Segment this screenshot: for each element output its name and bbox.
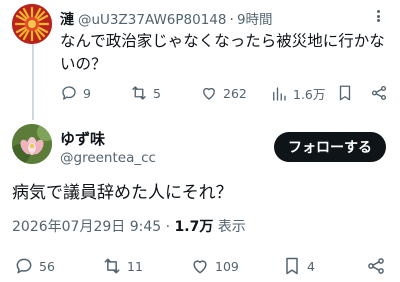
bookmark-count: 4 bbox=[307, 258, 315, 274]
main-author-name[interactable]: ゆず味 bbox=[60, 128, 105, 149]
reply-button[interactable]: 56 bbox=[14, 256, 55, 276]
follow-button[interactable]: フォローする bbox=[274, 132, 386, 162]
avatar[interactable] bbox=[12, 4, 52, 44]
reply-timestamp[interactable]: 9時間 bbox=[237, 8, 273, 28]
reply-author-name[interactable]: 漣 bbox=[60, 9, 74, 29]
reply-author-handle[interactable]: @uU3Z37AW6P80148 bbox=[78, 12, 226, 28]
views-count: 1.7万 bbox=[174, 219, 214, 235]
views-label: 表示 bbox=[217, 219, 246, 235]
avatar[interactable] bbox=[12, 124, 52, 164]
reply-header: 漣 @uU3Z37AW6P80148 · 9時間 bbox=[60, 8, 370, 29]
like-button[interactable]: 109 bbox=[190, 256, 239, 276]
retweet-count: 11 bbox=[127, 258, 143, 274]
separator-dot: · bbox=[165, 219, 171, 235]
views-count: 1.6万 bbox=[293, 87, 326, 102]
reply-tweet[interactable]: 漣 @uU3Z37AW6P80148 · 9時間 なんで政治家じゃなくなったら被… bbox=[0, 0, 400, 120]
views-icon bbox=[273, 86, 286, 101]
retweet-button[interactable]: 11 bbox=[102, 256, 143, 276]
share-icon bbox=[371, 85, 387, 101]
bookmark-button[interactable] bbox=[336, 84, 354, 102]
bookmark-icon bbox=[339, 85, 351, 101]
retweet-button[interactable]: 5 bbox=[130, 84, 161, 102]
share-button[interactable] bbox=[366, 256, 386, 276]
tweet-timestamp[interactable]: 2026年07月29日 9:45 bbox=[12, 219, 161, 235]
tweet-meta: 2026年07月29日 9:45 · 1.7万 表示 bbox=[12, 216, 246, 236]
main-action-bar: 56 11 109 4 bbox=[14, 256, 390, 278]
reply-count: 9 bbox=[83, 85, 91, 101]
views-button[interactable]: 1.6万 bbox=[270, 84, 325, 103]
reply-icon bbox=[16, 258, 32, 274]
like-icon bbox=[193, 260, 207, 274]
separator-dot: · bbox=[229, 12, 234, 28]
reply-action-bar: 9 5 262 1.6万 bbox=[60, 84, 390, 104]
main-author-handle[interactable]: @greentea_cc bbox=[60, 150, 156, 166]
more-icon[interactable] bbox=[370, 8, 386, 24]
main-tweet-text: 病気で議員辞めた人にそれ？ bbox=[12, 183, 233, 203]
retweet-icon bbox=[132, 86, 146, 100]
share-icon bbox=[368, 258, 384, 274]
like-count: 262 bbox=[223, 85, 247, 101]
bookmark-button[interactable]: 4 bbox=[282, 256, 315, 276]
like-button[interactable]: 262 bbox=[200, 84, 247, 102]
thread-line bbox=[32, 44, 34, 120]
main-tweet: ゆず味 @greentea_cc フォローする 病気で議員辞めた人にそれ？ 20… bbox=[0, 118, 400, 282]
like-icon bbox=[203, 87, 215, 100]
share-button[interactable] bbox=[370, 84, 388, 102]
retweet-icon bbox=[104, 258, 120, 274]
reply-count: 56 bbox=[39, 258, 55, 274]
reply-button[interactable]: 9 bbox=[60, 84, 91, 102]
retweet-count: 5 bbox=[153, 85, 161, 101]
bookmark-icon bbox=[286, 257, 298, 275]
reply-text: なんで政治家じゃなくなったら被災地に行かないの？ bbox=[60, 32, 385, 73]
reply-icon bbox=[62, 86, 76, 100]
like-count: 109 bbox=[215, 258, 239, 274]
